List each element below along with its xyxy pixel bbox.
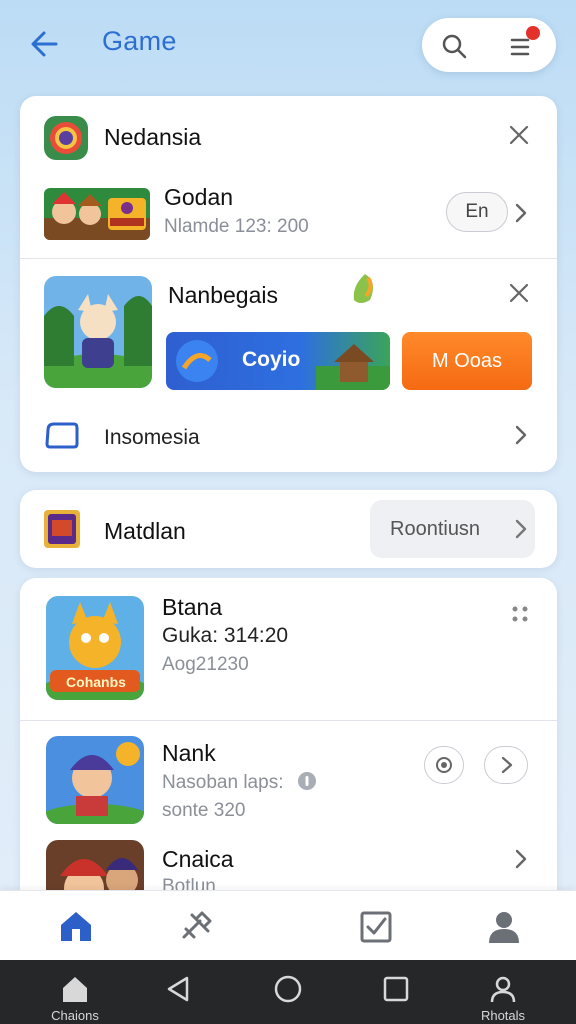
app-logo-icon [44,116,88,160]
game-card-group: Nedansia Godan Nlamde 123: 200 En Nanbeg… [20,96,557,472]
row-title: Nanbegais [168,282,278,308]
divider [20,258,557,259]
page-title: Game [102,26,177,56]
promo-action-button[interactable]: M Ooas [402,332,532,390]
notification-dot [526,26,540,40]
tools-icon[interactable] [178,907,216,945]
home-circle-icon[interactable] [273,974,303,1004]
featured-row-card[interactable]: Matdlan Roontiusn [20,490,557,568]
list-item-title: Btana [162,594,223,620]
recents-icon[interactable] [381,974,411,1004]
close-icon[interactable] [508,282,530,304]
list-item-meta: Aog21230 [162,654,249,675]
chevron-right-icon[interactable] [512,424,530,446]
row-title: Insomesia [104,426,200,449]
game-thumbnail[interactable] [44,276,152,388]
more-options-icon[interactable] [510,604,530,624]
chevron-right-icon [501,756,513,774]
system-navigation-bar: Chaions Rhotals [0,960,576,1024]
home-icon[interactable] [57,907,95,945]
game-badge-icon [44,510,80,548]
swirl-icon [176,340,218,382]
house-scene-icon [316,344,390,390]
chevron-right-icon[interactable] [512,202,530,224]
open-button[interactable] [484,746,528,784]
list-item-title: Cnaica [162,846,234,872]
row-title: Matdlan [104,518,186,544]
divider [20,720,557,721]
checklist-icon[interactable] [357,907,395,945]
home-icon[interactable] [60,974,90,1004]
close-icon[interactable] [508,124,530,146]
system-left-label: Chaions [51,1008,99,1023]
action-button-label: Roontiusn [390,518,481,540]
list-item-line: Guka: 314:20 [162,624,289,647]
arrow-left-icon[interactable] [26,26,66,62]
language-button[interactable]: En [446,192,508,232]
thumbnail-caption: Cohanbs [66,674,126,690]
banner-label: Coyio [242,348,301,371]
record-button[interactable] [424,746,464,784]
promo-banner[interactable]: Coyio [166,332,390,390]
profile-icon[interactable] [488,974,518,1004]
list-item-line: Nasoban laps: [162,772,284,793]
profile-icon[interactable] [485,907,523,945]
row-subtitle: Nlamde 123: 200 [164,216,309,237]
info-icon [298,772,316,790]
record-icon [436,757,452,773]
back-icon[interactable] [163,974,193,1004]
folder-icon [45,422,79,449]
chevron-right-icon[interactable] [512,848,530,870]
game-thumbnail[interactable] [44,188,150,240]
leaf-badge-icon [353,274,374,303]
action-button[interactable]: Roontiusn [370,500,535,558]
search-icon[interactable] [440,32,468,60]
bottom-navigation [0,890,576,960]
list-item-title: Nank [162,740,216,766]
list-item-meta: sonte 320 [162,800,246,821]
chevron-right-icon [515,519,527,539]
game-thumbnail[interactable] [46,736,144,824]
row-title: Godan [164,184,234,210]
system-right-label: Rhotals [480,1008,526,1023]
header-actions [422,18,556,72]
row-title: Nedansia [104,124,202,150]
game-list: Cohanbs Btana Guka: 314:20 Aog21230 Nank… [20,578,557,918]
